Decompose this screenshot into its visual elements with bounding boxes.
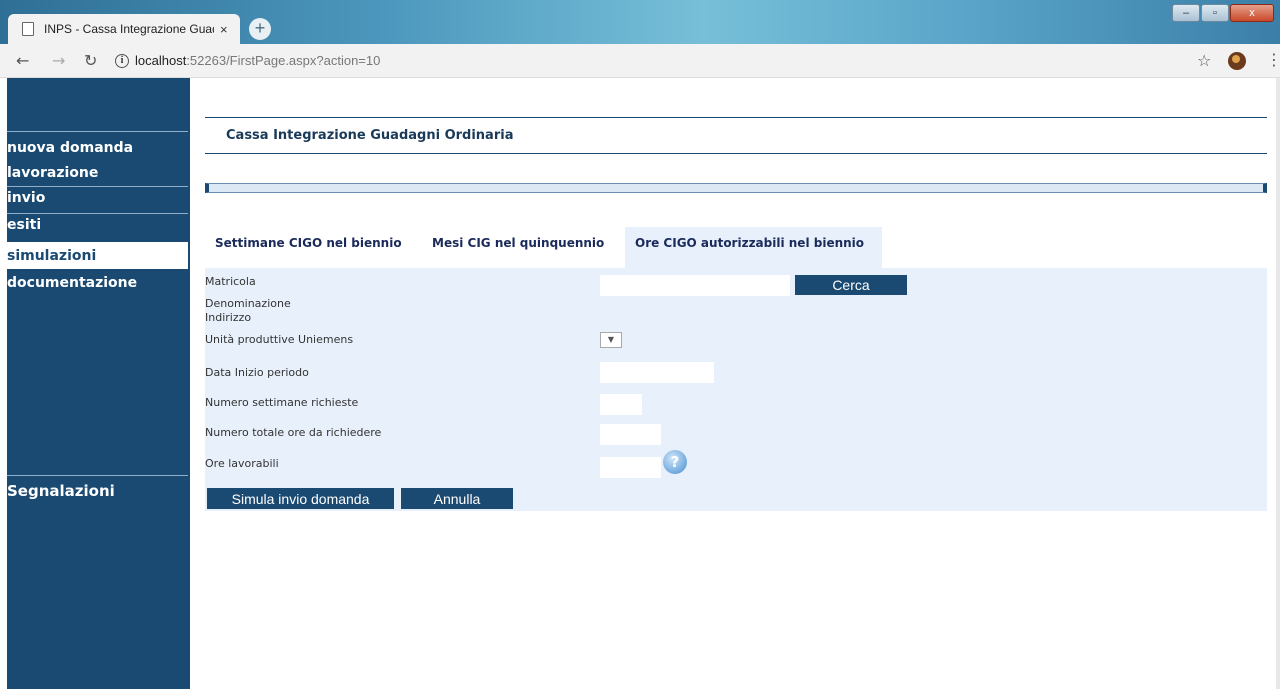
- denominazione-label: Denominazione: [205, 297, 291, 310]
- sidebar: nuova domanda lavorazione invio esiti si…: [7, 78, 190, 689]
- sidebar-item-label: nuova domanda: [7, 140, 134, 156]
- tab-close-icon[interactable]: ×: [220, 22, 228, 37]
- tab-label: Mesi CIG nel quinquennio: [432, 236, 605, 250]
- chevron-down-icon: ▼: [607, 335, 615, 344]
- sidebar-item-simulazioni[interactable]: simulazioni: [7, 242, 188, 269]
- annulla-button[interactable]: Annulla: [401, 488, 513, 509]
- window-controls: – ▫ x: [1171, 4, 1274, 22]
- close-window-button[interactable]: x: [1230, 4, 1274, 22]
- tab-settimane-cigo[interactable]: Settimane CIGO nel biennio: [205, 227, 412, 268]
- sidebar-item-segnalazioni[interactable]: Segnalazioni: [7, 475, 188, 505]
- tab-title: INPS - Cassa Integrazione Guada: [44, 22, 214, 36]
- sidebar-item-label: lavorazione: [7, 165, 99, 181]
- form-panel: [205, 268, 1267, 511]
- url-path: :52263/FirstPage.aspx?action=10: [186, 53, 381, 68]
- reload-icon[interactable]: ↻: [84, 51, 97, 70]
- simula-invio-button[interactable]: Simula invio domanda: [207, 488, 394, 509]
- page-title: Cassa Integrazione Guadagni Ordinaria: [226, 128, 514, 143]
- back-icon[interactable]: ←: [16, 51, 29, 70]
- ore-totali-label: Numero totale ore da richiedere: [205, 426, 382, 439]
- extension-icon[interactable]: [1228, 52, 1246, 70]
- data-inizio-input[interactable]: [600, 362, 714, 383]
- sidebar-item-invio[interactable]: invio: [7, 186, 188, 213]
- data-inizio-label: Data Inizio periodo: [205, 366, 309, 379]
- sidebar-item-esiti[interactable]: esiti: [7, 213, 188, 240]
- page-icon: [22, 22, 34, 36]
- browser-titlebar: INPS - Cassa Integrazione Guada × + – ▫ …: [0, 0, 1280, 44]
- header-top-rule: [205, 117, 1267, 118]
- ore-lavorabili-input[interactable]: [600, 457, 661, 478]
- sidebar-item-label: documentazione: [7, 275, 138, 291]
- indirizzo-label: Indirizzo: [205, 311, 252, 324]
- browser-menu-icon[interactable]: ⋮: [1266, 50, 1280, 69]
- matricola-label: Matricola: [205, 275, 256, 288]
- minimize-button[interactable]: –: [1172, 4, 1200, 22]
- url-field[interactable]: localhost:52263/FirstPage.aspx?action=10: [135, 53, 380, 68]
- ore-lavorabili-label: Ore lavorabili: [205, 457, 279, 470]
- matricola-input[interactable]: [600, 275, 790, 296]
- address-bar: ← → ↻ i localhost:52263/FirstPage.aspx?a…: [0, 44, 1280, 78]
- help-icon[interactable]: ?: [663, 450, 687, 474]
- sidebar-item-label: Segnalazioni: [7, 482, 115, 500]
- tab-label: Settimane CIGO nel biennio: [215, 236, 402, 250]
- browser-tab[interactable]: INPS - Cassa Integrazione Guada ×: [8, 14, 240, 44]
- maximize-button[interactable]: ▫: [1201, 4, 1229, 22]
- new-tab-icon[interactable]: +: [249, 18, 271, 40]
- ore-totali-input[interactable]: [600, 424, 661, 445]
- page-scrollbar[interactable]: [1276, 78, 1280, 689]
- info-icon[interactable]: i: [115, 54, 129, 68]
- sidebar-item-label: esiti: [7, 217, 42, 233]
- sidebar-item-documentazione[interactable]: documentazione: [7, 272, 188, 296]
- url-host: localhost: [135, 53, 187, 68]
- sidebar-item-nuova-domanda[interactable]: nuova domanda: [7, 131, 188, 158]
- tab-label: Ore CIGO autorizzabili nel biennio: [635, 236, 865, 250]
- progress-bar: [205, 183, 1267, 193]
- sidebar-item-label: simulazioni: [7, 248, 97, 264]
- header-bottom-rule: [205, 153, 1267, 154]
- tab-mesi-cig[interactable]: Mesi CIG nel quinquennio: [422, 227, 614, 268]
- settimane-label: Numero settimane richieste: [205, 396, 359, 409]
- bookmark-star-icon[interactable]: ☆: [1197, 51, 1211, 70]
- sidebar-item-label: invio: [7, 190, 46, 206]
- cerca-button[interactable]: Cerca: [795, 275, 907, 295]
- sidebar-item-lavorazione[interactable]: lavorazione: [7, 162, 188, 186]
- tab-ore-cigo[interactable]: Ore CIGO autorizzabili nel biennio: [625, 227, 882, 268]
- forward-icon[interactable]: →: [52, 51, 65, 70]
- settimane-input[interactable]: [600, 394, 642, 415]
- unita-produttive-select[interactable]: ▼: [600, 332, 622, 348]
- unita-produttive-label: Unità produttive Uniemens: [205, 333, 354, 346]
